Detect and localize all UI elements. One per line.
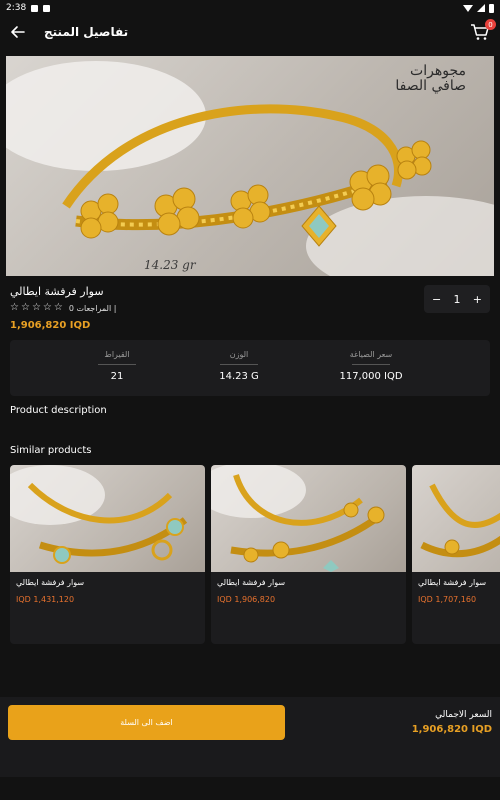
shield-icon: [31, 4, 39, 12]
product-price: 1,906,820 IQD: [10, 320, 91, 331]
add-to-cart-button[interactable]: اضف الى السلة: [8, 705, 285, 740]
similar-product-name: سوار فرفشة ايطالي: [16, 578, 85, 587]
similar-product-image: [10, 465, 205, 572]
logo-line-2: صافي الصفا: [395, 78, 466, 95]
similar-product-price: IQD 1,707,160: [418, 595, 477, 604]
similar-product-price: IQD 1,906,820: [217, 595, 276, 604]
spec-value: 21: [110, 371, 124, 382]
logo-line-1: مجوهرات: [410, 63, 466, 79]
status-right: [463, 3, 494, 13]
rating-row: ☆ ☆ ☆ ☆ ☆ المراجعات 0 |: [10, 303, 116, 313]
product-name: سوار فرفشة ايطالي: [10, 285, 104, 298]
similar-product-name: سوار فرفشة ايطالي: [217, 578, 286, 587]
spec-divider: [220, 364, 258, 365]
similar-product-image: [211, 465, 406, 572]
spec-value: 117,000 IQD: [339, 371, 403, 382]
total-price-label: السعر الاجمالي: [435, 710, 492, 720]
spec-weight: الوزن 14.23 G: [214, 350, 264, 382]
similar-product-card[interactable]: سوار فرفشة ايطالي IQD 1,431,120: [10, 465, 205, 644]
spec-divider: [352, 364, 390, 365]
spec-label: سعر الصياغة: [349, 350, 393, 359]
battery-icon: [489, 3, 494, 13]
app-bar: تفاصيل المنتج 0: [0, 16, 500, 50]
similar-product-price: IQD 1,431,120: [16, 595, 75, 604]
star-outline-icon: ☆: [53, 302, 63, 313]
signal-icon: [477, 4, 485, 12]
quantity-value: 1: [453, 292, 461, 306]
wifi-icon: [463, 4, 473, 12]
cart-count-badge: 0: [485, 19, 496, 30]
store-logo: مجوهرات صافي الصفا: [395, 63, 466, 95]
star-outline-icon: ☆: [31, 302, 41, 313]
notification-icon: [43, 4, 51, 12]
quantity-stepper: − 1 +: [424, 285, 490, 313]
similar-product-card[interactable]: سوار فرفشة ايطالي IQD 1,906,820: [211, 465, 406, 644]
status-bar: 2:38: [0, 0, 500, 16]
similar-product-image: [412, 465, 500, 572]
specs-card: القيراط 21 الوزن 14.23 G سعر الصياغة 117…: [10, 340, 490, 396]
spec-divider: [98, 364, 136, 365]
star-outline-icon: ☆: [10, 302, 19, 313]
description-heading: Product description: [10, 405, 107, 416]
plus-icon[interactable]: +: [473, 293, 482, 306]
product-image[interactable]: مجوهرات صافي الصفا 14.23 gr: [6, 56, 494, 276]
spec-making-price: سعر الصياغة 117,000 IQD: [330, 350, 412, 382]
page-title: تفاصيل المنتج: [44, 25, 129, 39]
similar-product-card[interactable]: سوار فرفشة ايطالي IQD 1,707,160: [412, 465, 500, 644]
reviews-label[interactable]: المراجعات 0 |: [69, 304, 117, 313]
total-price-value: 1,906,820 IQD: [411, 724, 492, 735]
bracelet-thumbnail: [420, 483, 500, 558]
back-arrow-icon[interactable]: [10, 24, 26, 40]
spec-karat: القيراط 21: [92, 350, 142, 382]
status-time: 2:38: [6, 3, 27, 13]
similar-heading: Similar products: [10, 445, 92, 456]
bracelet-thumbnail: [211, 465, 385, 572]
bracelet-thumbnail: [10, 465, 188, 564]
similar-products-list: سوار فرفشة ايطالي IQD 1,431,120 سوار فرف…: [10, 465, 500, 645]
similar-product-name: سوار فرفشة ايطالي: [418, 578, 487, 587]
spec-value: 14.23 G: [219, 371, 259, 382]
bottom-bar: اضف الى السلة السعر الاجمالي 1,906,820 I…: [0, 697, 500, 777]
spec-label: القيراط: [104, 350, 130, 359]
star-outline-icon: ☆: [42, 302, 52, 313]
star-outline-icon: ☆: [20, 302, 30, 313]
minus-icon[interactable]: −: [432, 293, 441, 306]
spec-label: الوزن: [229, 350, 249, 359]
status-left: 2:38: [6, 3, 51, 13]
weight-caption: 14.23 gr: [144, 258, 196, 272]
